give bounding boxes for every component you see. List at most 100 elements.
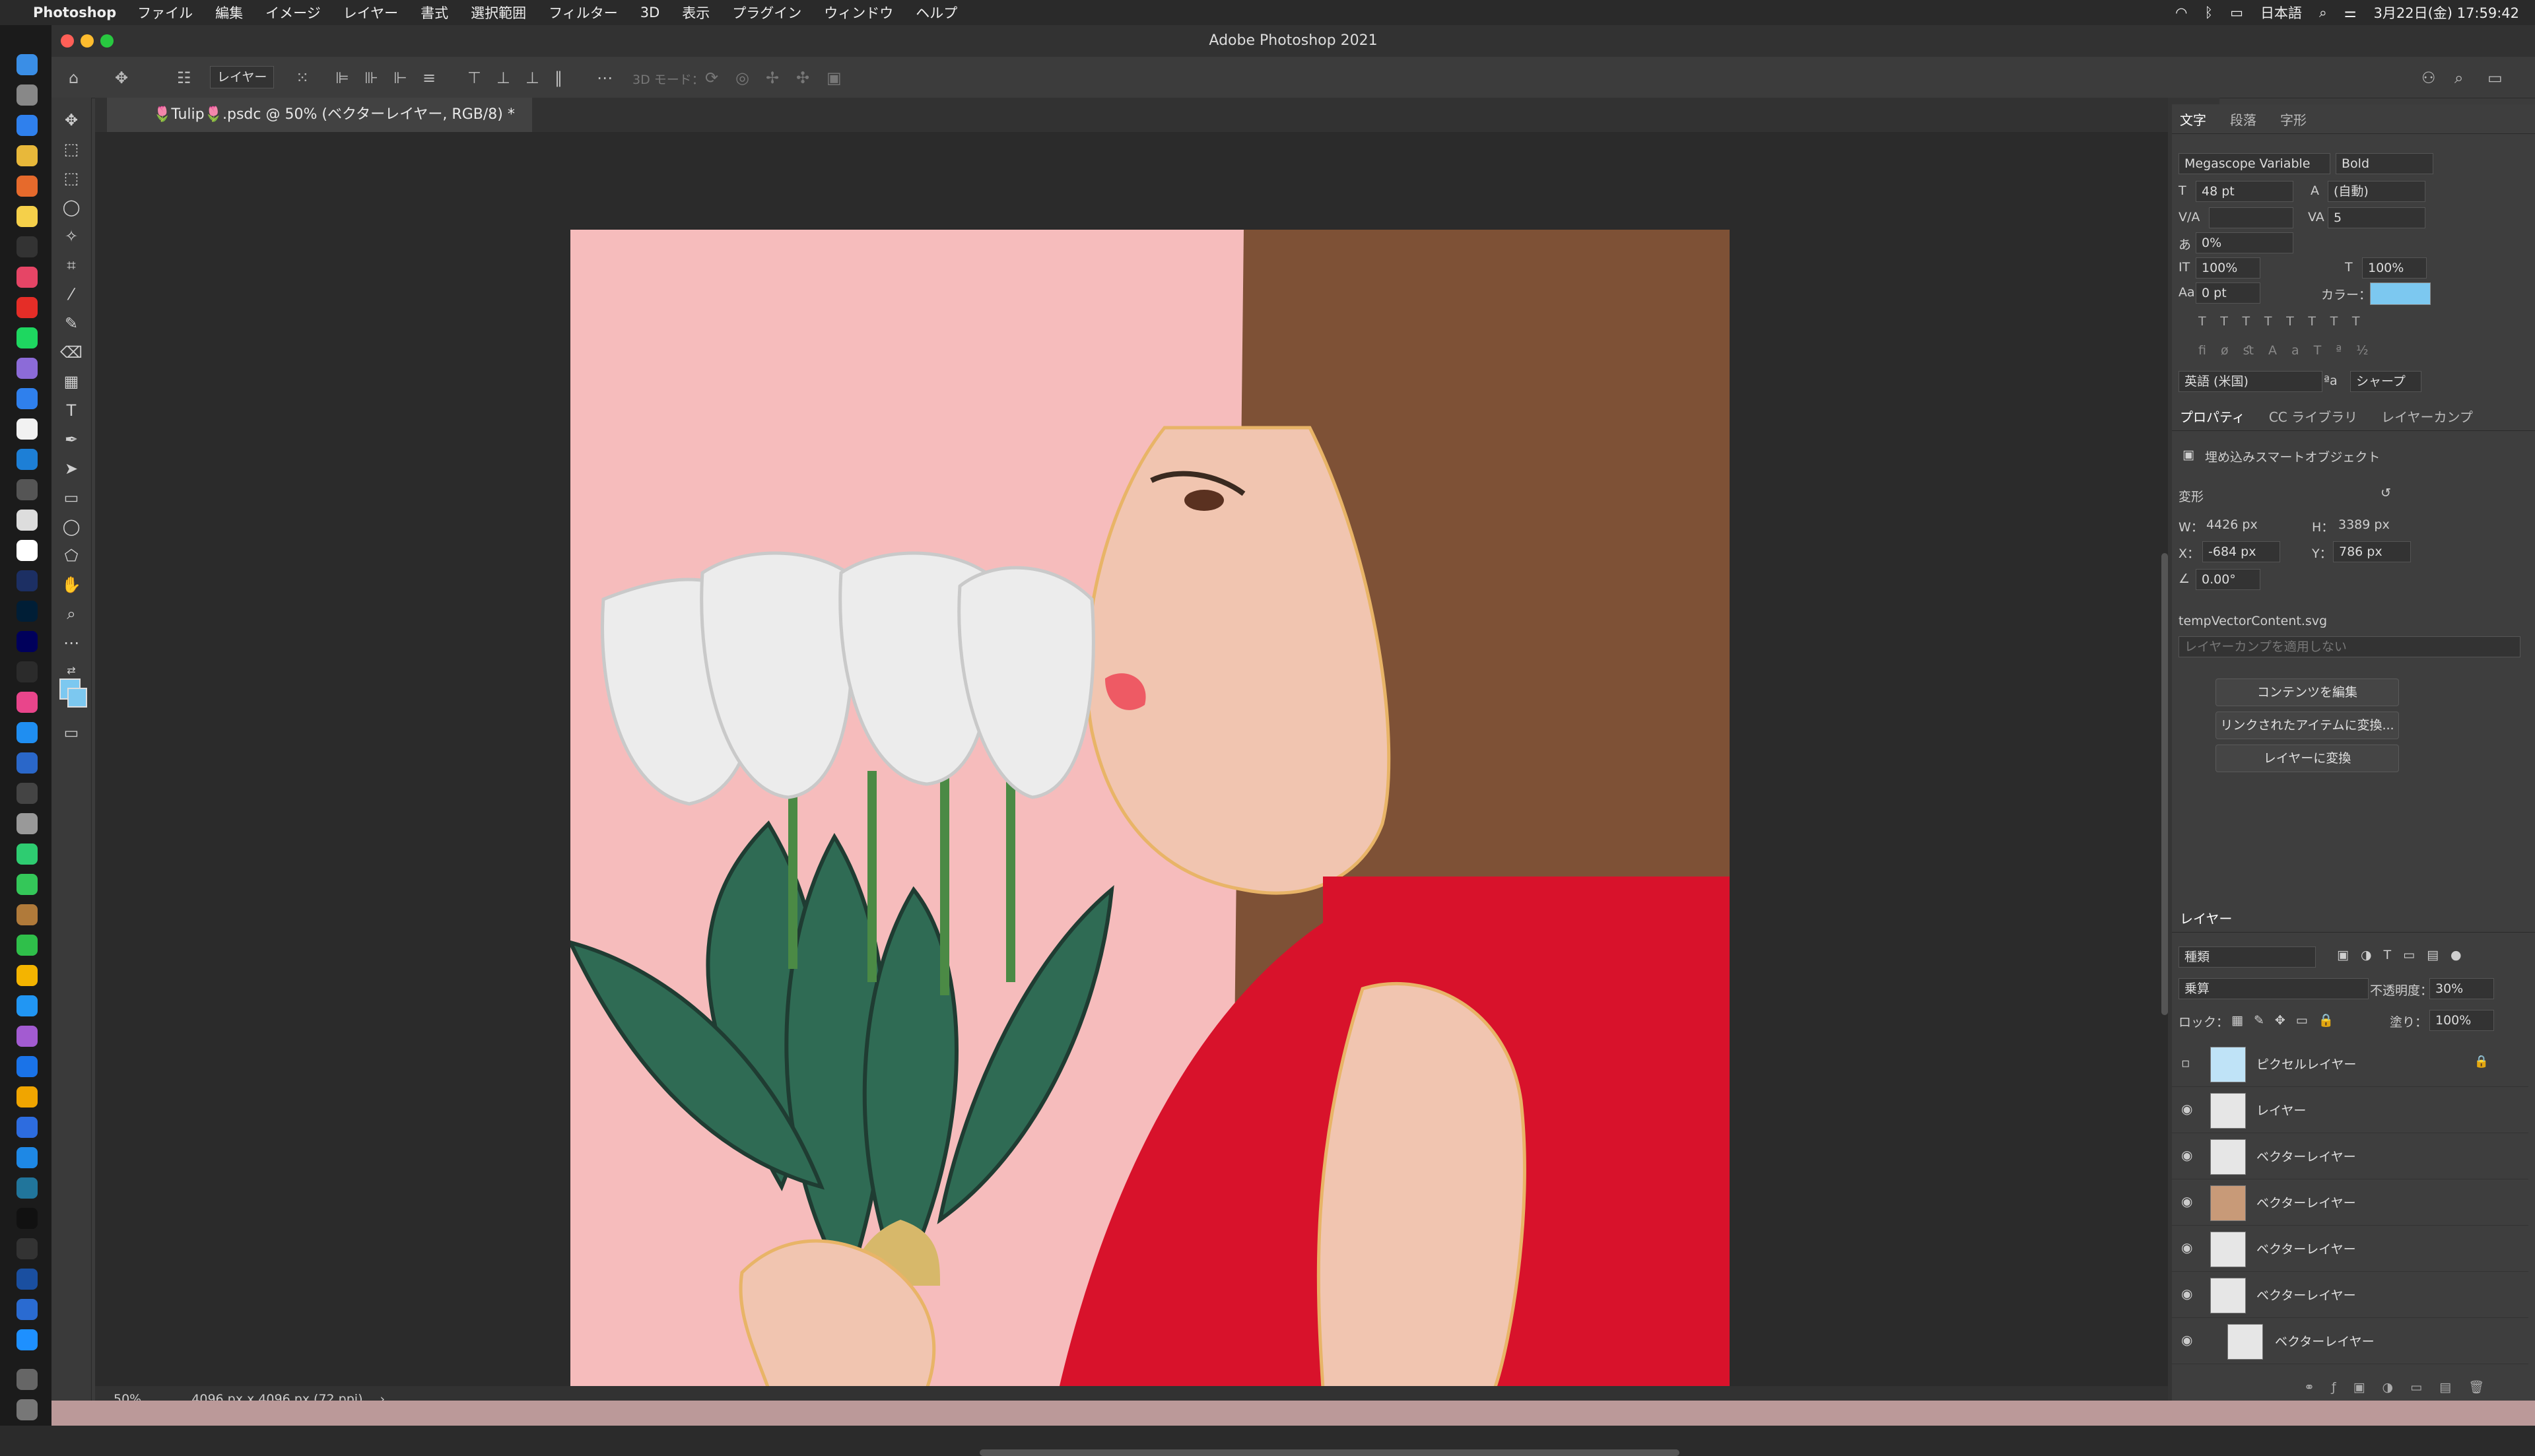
document-tab[interactable]: 🌷Tulip🌷.psdc @ 50% (ベクターレイヤー, RGB/8) * xyxy=(107,98,532,132)
trash-icon[interactable] xyxy=(17,1399,38,1420)
app-icon-18[interactable] xyxy=(17,1238,38,1259)
layer-filter-select[interactable]: 種類 xyxy=(2179,946,2316,968)
blend-mode-select[interactable]: 乗算 xyxy=(2179,978,2369,999)
photos-icon[interactable] xyxy=(17,418,38,440)
home-icon[interactable]: ⌂ xyxy=(69,69,79,87)
filter-type-buttons[interactable]: ▣◑T▭▤● xyxy=(2337,948,2474,962)
font-family-select[interactable]: Megascope Variable xyxy=(2179,153,2330,174)
safari-icon[interactable] xyxy=(17,115,38,136)
layer-name[interactable]: ピクセルレイヤー xyxy=(2256,1055,2356,1073)
clapper-icon[interactable] xyxy=(17,236,38,257)
app-icon-4[interactable] xyxy=(17,510,38,531)
app-menu[interactable]: Photoshop xyxy=(33,5,116,20)
clock[interactable]: 3月22日(金) 17:59:42 xyxy=(2374,3,2519,22)
artboard-tool-icon[interactable]: ⬚ xyxy=(59,137,83,161)
width-value[interactable]: 4426 px xyxy=(2206,517,2258,532)
opentype-buttons[interactable]: ﬁøﬆAaTª½ xyxy=(2198,343,2383,358)
brush-tool-icon[interactable]: ✎ xyxy=(59,312,83,335)
visibility-off-icon[interactable]: ▫ xyxy=(2181,1055,2190,1071)
font-size-field[interactable]: 48 pt xyxy=(2196,181,2293,202)
layers-title[interactable]: レイヤー xyxy=(2180,908,2232,927)
rectangle-tool-icon[interactable]: ▭ xyxy=(59,486,83,510)
notes-icon[interactable] xyxy=(17,206,38,227)
baseline-shift-field[interactable]: 0 pt xyxy=(2196,282,2260,304)
tab-glyphs[interactable]: 字形 xyxy=(2280,110,2307,129)
chrome-icon[interactable] xyxy=(17,145,38,166)
lasso-tool-icon[interactable]: ◯ xyxy=(59,195,83,219)
menu-3d[interactable]: 3D xyxy=(640,5,660,20)
align-middle-icon[interactable]: ⊥ xyxy=(496,69,510,87)
layer-row[interactable]: ◉ ベクターレイヤー xyxy=(2172,1225,2528,1272)
fill-field[interactable]: 100% xyxy=(2429,1010,2494,1031)
convert-to-linked-button[interactable]: リンクされたアイテムに変換... xyxy=(2215,711,2399,739)
spotify-icon[interactable] xyxy=(17,327,38,348)
text-style-buttons[interactable]: TTTTTTTT xyxy=(2198,314,2375,329)
bluetooth-icon[interactable]: ᛒ xyxy=(2204,5,2213,20)
menu-plugins[interactable]: プラグイン xyxy=(732,3,801,22)
firefox-icon[interactable] xyxy=(17,176,38,197)
align-center-icon[interactable]: ⊪ xyxy=(364,69,378,87)
ellipse-tool-icon[interactable]: ◯ xyxy=(59,515,83,539)
launchpad-icon[interactable] xyxy=(17,84,38,106)
menu-window[interactable]: ウィンドウ xyxy=(824,3,893,22)
3d-orbit-icon[interactable]: ⟳ xyxy=(705,69,718,87)
eye-icon[interactable]: ◉ xyxy=(2181,1101,2192,1117)
app-icon-5[interactable] xyxy=(17,661,38,682)
auto-select-icon[interactable]: ☷ xyxy=(177,69,191,87)
magic-wand-tool-icon[interactable]: ✧ xyxy=(59,224,83,248)
downloads-icon[interactable] xyxy=(17,1369,38,1390)
control-center-icon[interactable]: ⚌ xyxy=(2344,5,2357,20)
minimize-button[interactable] xyxy=(81,34,94,48)
search-icon-ps[interactable]: ⌕ xyxy=(2454,69,2463,87)
layer-name[interactable]: ベクターレイヤー xyxy=(2256,1193,2356,1211)
layer-row[interactable]: ▫ ピクセルレイヤー 🔒 xyxy=(2172,1040,2528,1087)
menu-filter[interactable]: フィルター xyxy=(549,3,618,22)
facetime-icon[interactable] xyxy=(17,874,38,895)
workspace-icon[interactable]: ▭ xyxy=(2487,69,2503,87)
antialias-select[interactable]: シャープ xyxy=(2350,371,2421,392)
app-icon-3[interactable] xyxy=(17,479,38,500)
type-tool-icon[interactable]: T xyxy=(59,399,83,422)
layer-row[interactable]: ◉ ベクターレイヤー xyxy=(2172,1179,2528,1226)
align-bottom-icon[interactable]: ⊥ xyxy=(525,69,539,87)
app-icon-11[interactable] xyxy=(17,965,38,986)
app-icon-2[interactable] xyxy=(17,449,38,470)
vertical-scale-field[interactable]: 100% xyxy=(2196,257,2260,279)
app-icon-12[interactable] xyxy=(17,995,38,1016)
numbers-icon[interactable] xyxy=(17,935,38,956)
hand-tool-icon[interactable]: ✋ xyxy=(59,573,83,597)
leading-field[interactable]: (自動) xyxy=(2328,181,2425,202)
eraser-tool-icon[interactable]: ⌫ xyxy=(59,341,83,364)
layer-name[interactable]: レイヤー xyxy=(2256,1101,2306,1119)
app-icon-21[interactable] xyxy=(17,1329,38,1350)
vertical-scrollbar[interactable] xyxy=(2161,553,2168,1015)
app-icon-15[interactable] xyxy=(17,1117,38,1138)
height-value[interactable]: 3389 px xyxy=(2338,517,2390,532)
3d-pan-icon[interactable]: ✢ xyxy=(766,69,779,87)
finder-icon[interactable] xyxy=(17,54,38,75)
font-style-select[interactable]: Bold xyxy=(2336,153,2433,174)
eye-icon[interactable]: ◉ xyxy=(2181,1240,2192,1255)
app-icon-20[interactable] xyxy=(17,1299,38,1320)
app-icon-8[interactable] xyxy=(17,783,38,804)
reset-transform-icon[interactable]: ↺ xyxy=(2381,486,2391,500)
3d-roll-icon[interactable]: ◎ xyxy=(735,69,749,87)
app-icon-9[interactable] xyxy=(17,813,38,834)
align-left-icon[interactable]: ⊫ xyxy=(335,69,349,87)
angle-field[interactable]: 0.00° xyxy=(2196,569,2260,590)
search-icon[interactable]: ⌕ xyxy=(2319,5,2327,21)
gradient-tool-icon[interactable]: ▦ xyxy=(59,370,83,393)
zoom-tool-icon[interactable]: ⌕ xyxy=(59,602,83,626)
eye-icon[interactable]: ◉ xyxy=(2181,1332,2192,1348)
layer-name[interactable]: ベクターレイヤー xyxy=(2256,1147,2356,1165)
edit-contents-button[interactable]: コンテンツを編集 xyxy=(2215,678,2399,706)
tab-character[interactable]: 文字 xyxy=(2180,110,2206,129)
eyedropper-tool-icon[interactable]: ⁄ xyxy=(59,282,83,306)
youtube-icon[interactable] xyxy=(17,297,38,318)
menu-layer[interactable]: レイヤー xyxy=(343,3,398,22)
tab-layer-comps[interactable]: レイヤーカンプ xyxy=(2381,407,2473,426)
tracking-field[interactable]: 5 xyxy=(2328,207,2425,228)
eye-icon[interactable]: ◉ xyxy=(2181,1286,2192,1302)
podcasts-icon[interactable] xyxy=(17,1026,38,1047)
eye-icon[interactable]: ◉ xyxy=(2181,1193,2192,1209)
